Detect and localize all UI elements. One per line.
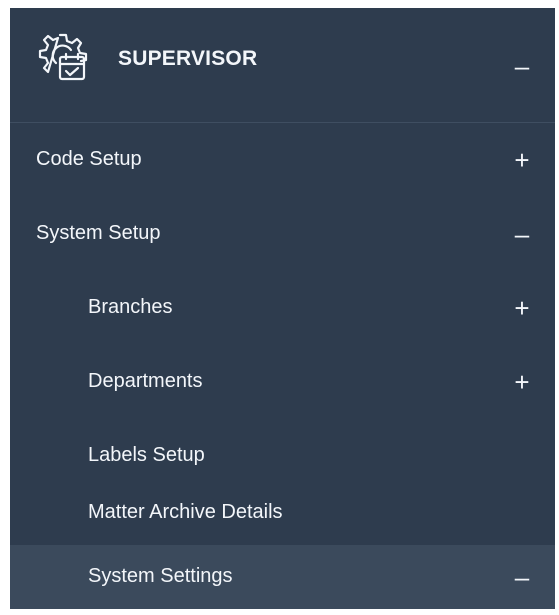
section-title: SUPERVISOR xyxy=(118,47,258,70)
menu-item-label: Departments xyxy=(88,370,203,392)
supervisor-sidebar: SUPERVISOR – Code Setup + System Setup –… xyxy=(10,8,555,609)
menu-item-label: System Setup xyxy=(36,222,161,244)
collapse-section-button[interactable]: – xyxy=(511,53,533,79)
menu-item-label: Matter Archive Details xyxy=(88,501,283,523)
expand-departments-button[interactable]: + xyxy=(511,369,533,395)
menu-item-code-setup[interactable]: Code Setup + xyxy=(10,123,555,197)
menu-item-label: System Settings xyxy=(88,565,233,587)
menu-item-departments[interactable]: Departments + xyxy=(10,345,555,419)
menu-item-system-settings[interactable]: System Settings – xyxy=(10,545,555,609)
expand-code-setup-button[interactable]: + xyxy=(511,147,533,173)
collapse-system-setup-button[interactable]: – xyxy=(511,221,533,247)
menu-item-label: Code Setup xyxy=(36,148,142,170)
expand-branches-button[interactable]: + xyxy=(511,295,533,321)
menu-item-label: Branches xyxy=(88,296,173,318)
supervisor-section-header[interactable]: SUPERVISOR – xyxy=(10,8,555,123)
menu-item-matter-archive-details[interactable]: Matter Archive Details xyxy=(10,476,555,550)
gear-calendar-icon xyxy=(38,33,88,81)
menu-item-label: Labels Setup xyxy=(88,444,205,466)
collapse-system-settings-button[interactable]: – xyxy=(511,564,533,590)
menu-item-branches[interactable]: Branches + xyxy=(10,271,555,345)
menu-item-system-setup[interactable]: System Setup – xyxy=(10,197,555,271)
